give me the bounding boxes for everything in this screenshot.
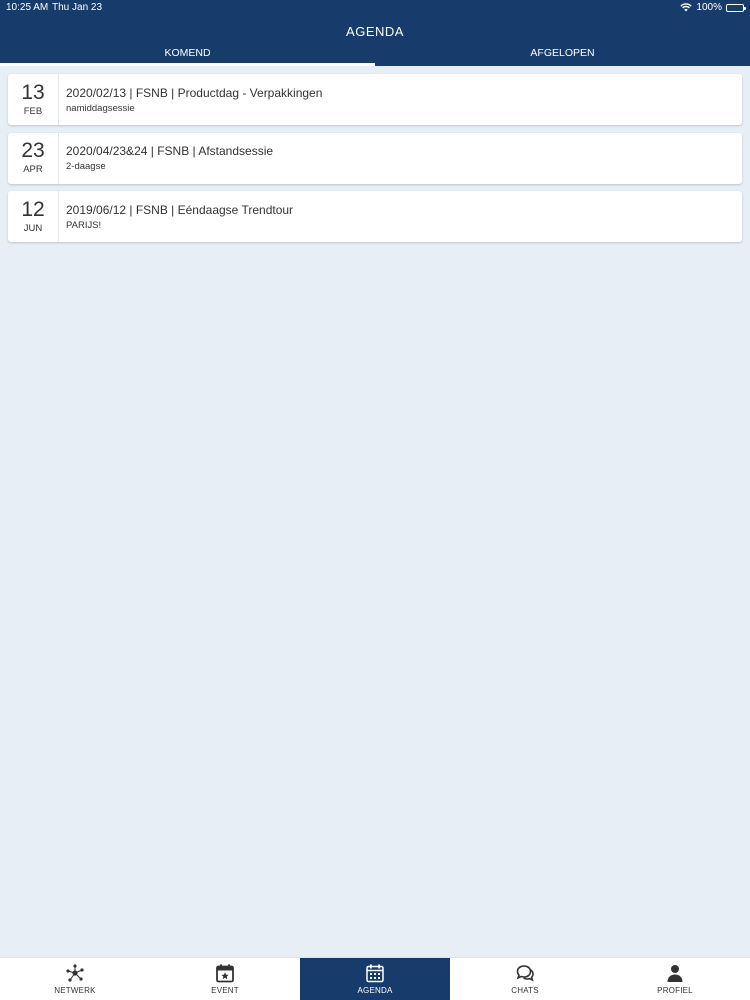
event-card[interactable]: 12 JUN 2019/06/12 | FSNB | Eéndaagse Tre… [8, 191, 742, 242]
event-title: 2020/04/23&24 | FSNB | Afstandsessie [66, 144, 274, 158]
tabbar-label: PROFIEL [657, 986, 693, 995]
status-bar: 10:25 AM Thu Jan 23 100% [0, 0, 750, 16]
tabbar-item-profiel[interactable]: PROFIEL [600, 958, 750, 1000]
chat-bubbles-icon [516, 965, 534, 982]
event-subtitle: 2-daagse [66, 161, 106, 172]
tabbar-label: EVENT [211, 986, 239, 995]
status-right: 100% [680, 2, 746, 13]
event-date: 13 FEB [8, 74, 59, 125]
event-title: 2020/02/13 | FSNB | Productdag - Verpakk… [66, 85, 323, 100]
event-day: 13 [21, 80, 45, 104]
status-time: 10:25 AM [6, 2, 49, 13]
event-subtitle: namiddagsessie [66, 102, 135, 114]
event-info: 2020/04/23&24 | FSNB | Afstandsessie 2-d… [59, 133, 273, 184]
network-icon [66, 964, 84, 982]
tabbar-label: CHATS [511, 986, 539, 995]
bottom-tab-bar: NETWERK EVENT AGENDA CHATS PROFIEL [0, 957, 750, 1000]
battery-percent: 100% [696, 2, 722, 13]
event-subtitle: PARIJS! [66, 219, 102, 231]
event-card[interactable]: 23 APR 2020/04/23&24 | FSNB | Afstandses… [8, 132, 742, 184]
event-info: 2020/02/13 | FSNB | Productdag - Verpakk… [59, 74, 322, 125]
segment-tabs: KOMEND AFGELOPEN [0, 44, 750, 66]
person-icon [667, 965, 683, 982]
calendar-star-icon [216, 964, 234, 983]
event-month: FEB [23, 105, 43, 117]
tab-komend[interactable]: KOMEND [0, 44, 375, 66]
calendar-grid-icon [366, 964, 384, 983]
tabbar-item-chats[interactable]: CHATS [450, 958, 600, 1000]
tabbar-item-event[interactable]: EVENT [150, 958, 300, 1000]
wifi-icon [680, 3, 693, 12]
tabbar-label: AGENDA [357, 986, 393, 995]
event-list: 13 FEB 2020/02/13 | FSNB | Productdag - … [8, 74, 742, 250]
event-month: JUN [23, 222, 43, 234]
event-card[interactable]: 13 FEB 2020/02/13 | FSNB | Productdag - … [8, 74, 742, 125]
tabbar-item-netwerk[interactable]: NETWERK [0, 958, 150, 1000]
tabbar-item-agenda[interactable]: AGENDA [300, 958, 450, 1000]
event-month: APR [23, 164, 43, 175]
event-day: 12 [21, 197, 45, 221]
tabbar-label: NETWERK [54, 986, 96, 995]
event-date: 12 JUN [8, 191, 59, 242]
tab-afgelopen[interactable]: AFGELOPEN [375, 44, 750, 66]
event-title: 2019/06/12 | FSNB | Eéndaagse Trendtour [66, 202, 294, 217]
header: 10:25 AM Thu Jan 23 100% AGENDA KOMEND A… [0, 0, 750, 66]
page-title: AGENDA [346, 24, 404, 39]
event-info: 2019/06/12 | FSNB | Eéndaagse Trendtour … [59, 191, 293, 242]
battery-icon [726, 3, 746, 12]
event-date: 23 APR [8, 132, 59, 184]
event-day: 23 [21, 139, 45, 162]
status-date: Thu Jan 23 [52, 2, 103, 13]
